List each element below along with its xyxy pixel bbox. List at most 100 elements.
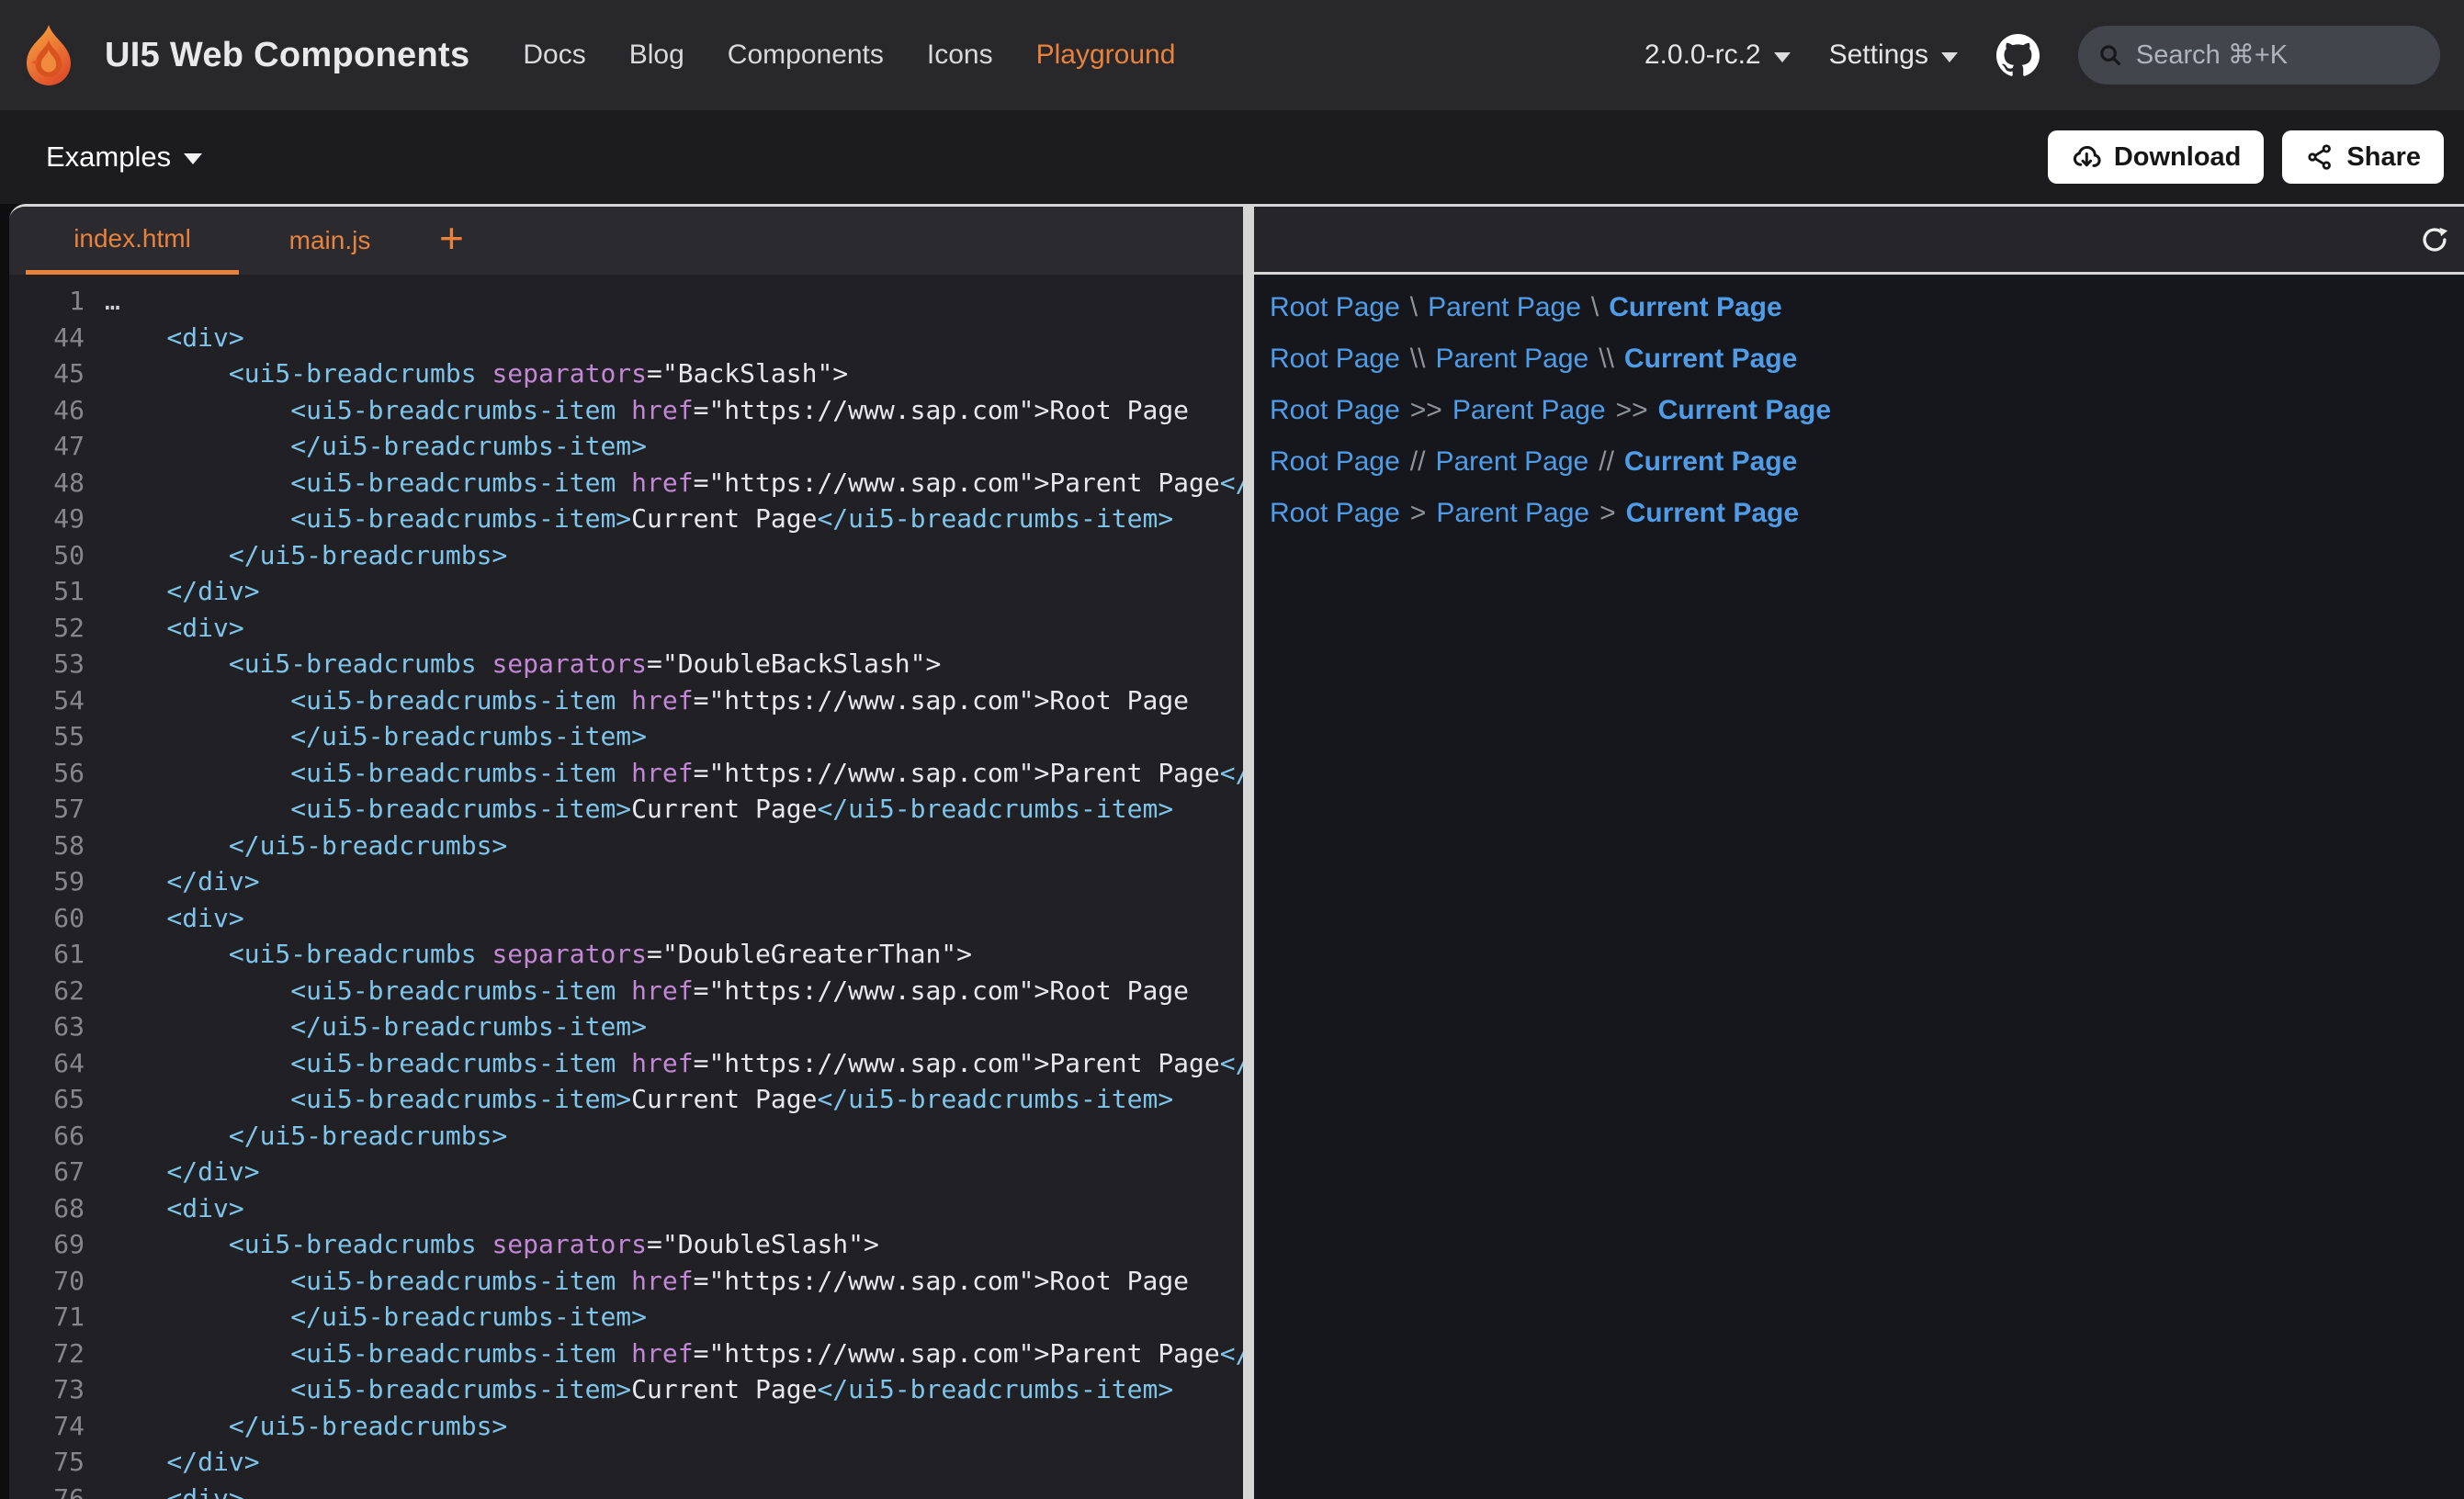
code-line: 55 </ui5-breadcrumbs-item> [9,718,1243,755]
examples-toolbar: Examples Download Share [0,110,2464,204]
main-nav: Docs Blog Components Icons Playground [523,39,1175,71]
breadcrumb-link[interactable]: Parent Page [1435,345,1588,373]
breadcrumb-current-page: Current Page [1626,500,1799,527]
search-icon [2097,39,2124,71]
split-resize-handle[interactable] [1243,207,1254,1499]
code-line-content: <div> [105,1190,244,1227]
code-token: <ui5-breadcrumbs [105,939,492,969]
code-token: <ui5-breadcrumbs-item [105,1338,631,1369]
code-token: href [631,975,693,1006]
code-token: <ui5-breadcrumbs [105,1229,492,1259]
code-line: 70 <ui5-breadcrumbs-item href="https://w… [9,1263,1243,1300]
code-token: Current Page [631,503,817,534]
code-token: </ui5-breadcrumbs> [105,830,507,861]
code-token: href [631,1338,693,1369]
line-number: 59 [9,863,85,900]
code-line: 63 </ui5-breadcrumbs-item> [9,1009,1243,1045]
code-line: 53 <ui5-breadcrumbs separators="DoubleBa… [9,646,1243,682]
code-token: href [631,395,693,425]
breadcrumb-current-page: Current Page [1609,294,1781,321]
code-line-content: … [105,283,120,320]
add-tab-button[interactable]: + [439,207,464,275]
code-token: </ui5-breadcrumbs> [105,1121,507,1151]
line-number: 63 [9,1009,85,1045]
breadcrumb-link[interactable]: Parent Page [1428,294,1581,321]
tab-main-js[interactable]: main.js [261,207,399,275]
tab-index-html[interactable]: index.html [26,207,239,275]
search-input[interactable] [2136,40,2422,71]
code-token: </ui5-breadcrumbs-item> [105,1011,647,1042]
version-dropdown[interactable]: 2.0.0-rc.2 [1645,39,1791,71]
code-token: ="https://www.sap.com">Parent Page [694,468,1220,498]
code-line: 64 <ui5-breadcrumbs-item href="https://w… [9,1045,1243,1082]
breadcrumb-separator: // [1410,448,1426,476]
code-token: </div> [105,1156,260,1187]
breadcrumb-separator: // [1599,448,1614,476]
github-link[interactable] [1996,34,2040,77]
code-token: </ui5-breadcrumbs-item> [817,503,1173,534]
code-token: </ui5-breadcrumbs-item> [1220,468,1243,498]
code-token: <ui5-breadcrumbs-item [105,395,631,425]
breadcrumb-link[interactable]: Root Page [1270,345,1400,373]
breadcrumbs-preview: Root Page\Parent Page\Current PageRoot P… [1254,275,2464,551]
code-line-content: </ui5-breadcrumbs-item> [105,428,647,465]
line-number: 64 [9,1045,85,1082]
code-token: href [631,1048,693,1078]
breadcrumb-link[interactable]: Parent Page [1435,448,1588,476]
breadcrumb-separator: >> [1410,397,1442,424]
line-number: 56 [9,755,85,792]
code-token: <div> [105,613,244,643]
code-token: <div> [105,322,244,353]
breadcrumb-current-page: Current Page [1624,448,1797,476]
line-number: 75 [9,1444,85,1481]
code-token: Current Page [631,1374,817,1404]
breadcrumb-link[interactable]: Parent Page [1452,397,1606,424]
code-token: </ui5-breadcrumbs-item> [817,794,1173,824]
breadcrumb-link[interactable]: Root Page [1270,500,1400,527]
settings-dropdown[interactable]: Settings [1829,39,1958,71]
line-number: 68 [9,1190,85,1227]
code-lines: 1…44 <div>45 <ui5-breadcrumbs separators… [9,283,1243,1499]
code-token: <ui5-breadcrumbs-item> [105,503,631,534]
nav-link-icons[interactable]: Icons [927,39,993,71]
code-line-content: <ui5-breadcrumbs separators="DoubleGreat… [105,936,972,973]
code-line-content: <div> [105,610,244,647]
code-token: ="https://www.sap.com">Root Page [694,395,1189,425]
code-token: ="https://www.sap.com">Parent Page [694,758,1220,788]
examples-dropdown[interactable]: Examples [46,141,202,174]
breadcrumb-current-page: Current Page [1658,397,1831,424]
line-number: 53 [9,646,85,682]
download-label: Download [2114,142,2242,173]
ui5-phoenix-logo[interactable] [15,21,83,89]
code-line-content: </ui5-breadcrumbs-item> [105,1009,647,1045]
download-button[interactable]: Download [2048,130,2265,184]
refresh-button[interactable] [2420,225,2449,254]
code-line: 58 </ui5-breadcrumbs> [9,828,1243,864]
code-token: </ui5-breadcrumbs> [105,1411,507,1441]
code-token: ="https://www.sap.com">Root Page [694,1266,1189,1296]
code-line: 62 <ui5-breadcrumbs-item href="https://w… [9,973,1243,1009]
code-line: 56 <ui5-breadcrumbs-item href="https://w… [9,755,1243,792]
share-button[interactable]: Share [2282,130,2444,184]
nav-link-blog[interactable]: Blog [629,39,684,71]
nav-link-docs[interactable]: Docs [523,39,585,71]
code-line: 1… [9,283,1243,320]
code-token: <ui5-breadcrumbs-item [105,975,631,1006]
code-line-content: </ui5-breadcrumbs> [105,1118,507,1155]
nav-link-components[interactable]: Components [728,39,884,71]
breadcrumb-link[interactable]: Root Page [1270,397,1400,424]
code-line: 72 <ui5-breadcrumbs-item href="https://w… [9,1336,1243,1372]
breadcrumb-row: Root Page\Parent Page\Current Page [1270,294,2464,321]
breadcrumb-link[interactable]: Parent Page [1436,500,1589,527]
chevron-down-icon [1774,52,1791,62]
code-line: 48 <ui5-breadcrumbs-item href="https://w… [9,465,1243,502]
breadcrumb-link[interactable]: Root Page [1270,448,1400,476]
code-line: 61 <ui5-breadcrumbs separators="DoubleGr… [9,936,1243,973]
search-box[interactable] [2078,26,2440,85]
code-line: 54 <ui5-breadcrumbs-item href="https://w… [9,682,1243,719]
line-number: 66 [9,1118,85,1155]
nav-link-playground[interactable]: Playground [1036,39,1176,71]
code-line-content: </ui5-breadcrumbs-item> [105,1299,647,1336]
breadcrumb-link[interactable]: Root Page [1270,294,1400,321]
code-editor[interactable]: 1…44 <div>45 <ui5-breadcrumbs separators… [9,275,1243,1499]
